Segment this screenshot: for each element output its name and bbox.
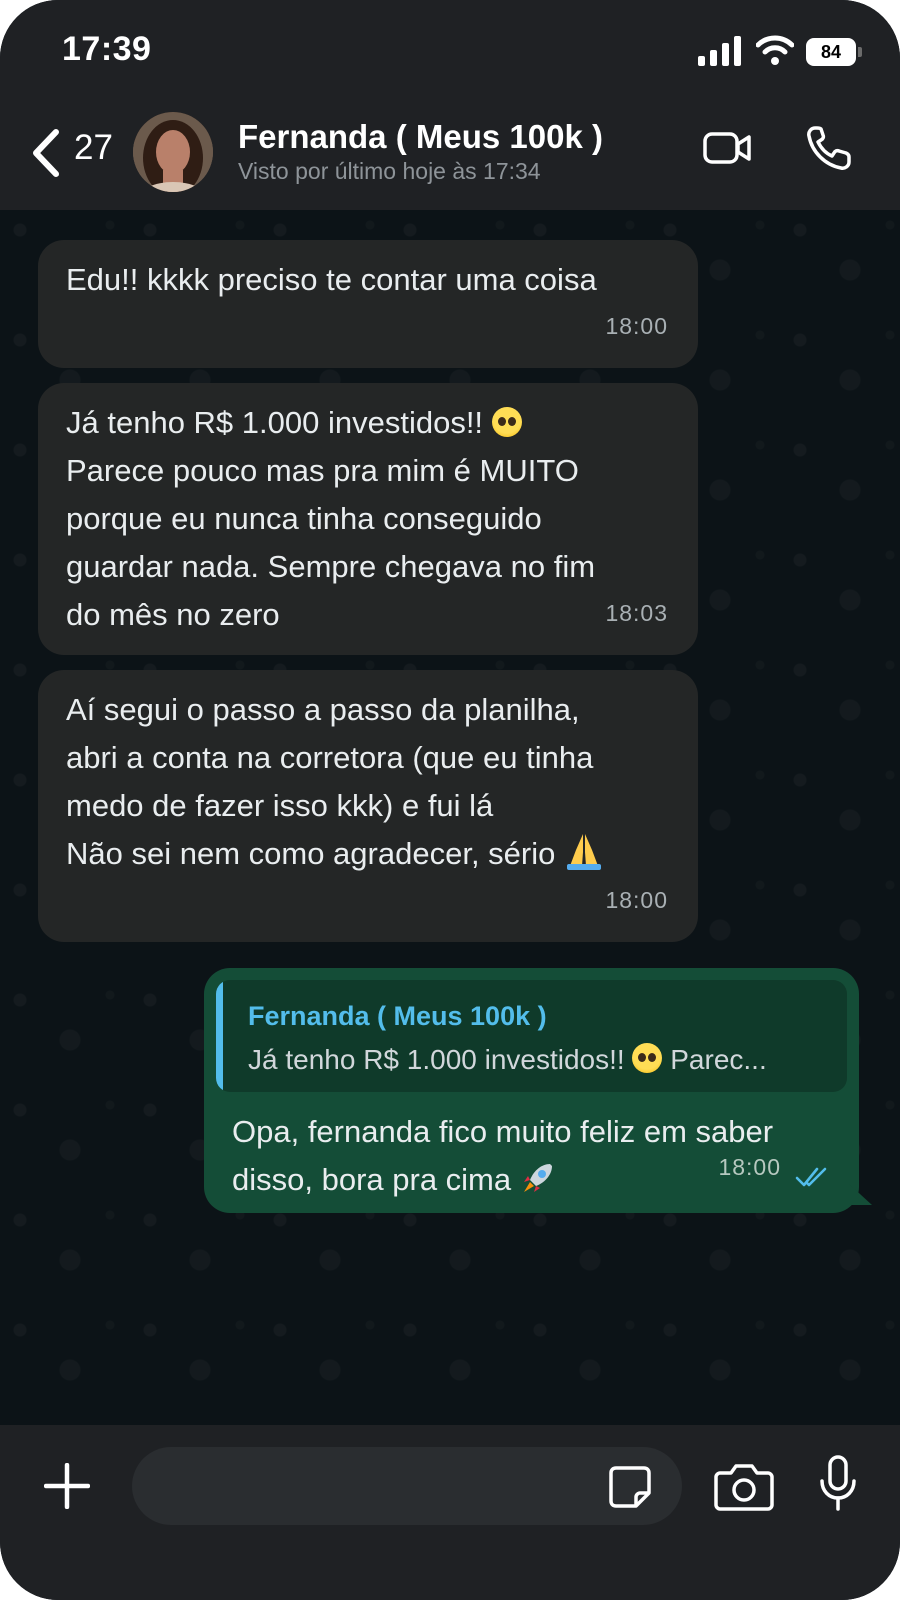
last-seen-status: Visto por último hoje às 17:34: [238, 158, 541, 184]
message-composer: [0, 1425, 900, 1600]
message-text-rest: Parece pouco mas pra mim é MUITO porque …: [66, 453, 596, 632]
chat-header: 27 Fernanda ( Meus 100k ) Visto por últi…: [0, 100, 900, 211]
folded-hands-emoji-icon: [566, 834, 601, 870]
message-bubble-incoming[interactable]: Já tenho R$ 1.000 investidos!! Parece po…: [38, 383, 698, 655]
message-text-body: Opa, fernanda fico muito feliz em saber …: [232, 1114, 774, 1197]
sticker-icon[interactable]: [608, 1465, 652, 1509]
camera-icon[interactable]: [714, 1461, 774, 1511]
status-bar: 17:39 84: [0, 0, 900, 100]
message-input[interactable]: [132, 1447, 682, 1525]
video-call-icon[interactable]: [702, 128, 752, 168]
unread-count[interactable]: 27: [74, 128, 113, 168]
status-time: 17:39: [62, 30, 152, 68]
back-chevron-icon[interactable]: [28, 128, 62, 178]
message-text-line: Já tenho R$ 1.000 investidos!!: [66, 405, 492, 440]
quoted-author: Fernanda ( Meus 100k ): [248, 1001, 547, 1031]
rocket-emoji-icon: [523, 1164, 552, 1192]
message-time: 18:00: [605, 313, 668, 339]
wifi-icon: [756, 35, 794, 65]
quoted-text-ellipsis: Parec...: [662, 1044, 767, 1075]
message-bubble-incoming[interactable]: Edu!! kkkk preciso te contar uma coisa 1…: [38, 240, 698, 368]
microphone-icon[interactable]: [818, 1455, 858, 1513]
contact-avatar[interactable]: [133, 112, 213, 192]
avatar-photo: [133, 112, 213, 192]
message-time: 18:03: [605, 600, 668, 626]
message-bubble-incoming[interactable]: Aí segui o passo a passo da planilha, ab…: [38, 670, 698, 942]
contact-name[interactable]: Fernanda ( Meus 100k ): [238, 118, 603, 156]
signal-icon: [698, 36, 741, 66]
quoted-text-part: Já tenho R$ 1.000 investidos!!: [248, 1044, 633, 1075]
message-text: Aí segui o passo a passo da planilha, ab…: [66, 686, 674, 878]
message-text: Já tenho R$ 1.000 investidos!! Parece po…: [66, 399, 674, 639]
message-time: 18:00: [718, 1154, 781, 1180]
message-bubble-outgoing[interactable]: Fernanda ( Meus 100k ) Já tenho R$ 1.000…: [204, 968, 859, 1213]
double-check-icon: [795, 1167, 827, 1187]
quoted-text: Já tenho R$ 1.000 investidos!! Parec...: [248, 1036, 767, 1084]
voice-call-icon[interactable]: [805, 124, 853, 172]
quote-accent-bar: [216, 980, 223, 1092]
pleading-face-emoji-icon: [491, 407, 522, 437]
pleading-face-emoji-icon: [632, 1043, 663, 1073]
battery-nub: [858, 47, 862, 57]
battery-icon: 84: [806, 38, 856, 66]
quoted-message[interactable]: Fernanda ( Meus 100k ) Já tenho R$ 1.000…: [216, 980, 847, 1092]
message-text: Edu!! kkkk preciso te contar uma coisa: [66, 262, 597, 297]
message-text-body: Aí segui o passo a passo da planilha, ab…: [66, 692, 594, 871]
plus-icon[interactable]: [44, 1463, 90, 1509]
phone-screen: 17:39 84 27 Fernanda (Meus 100k) Visto…: [0, 0, 900, 1600]
message-time: 18:00: [605, 887, 668, 913]
